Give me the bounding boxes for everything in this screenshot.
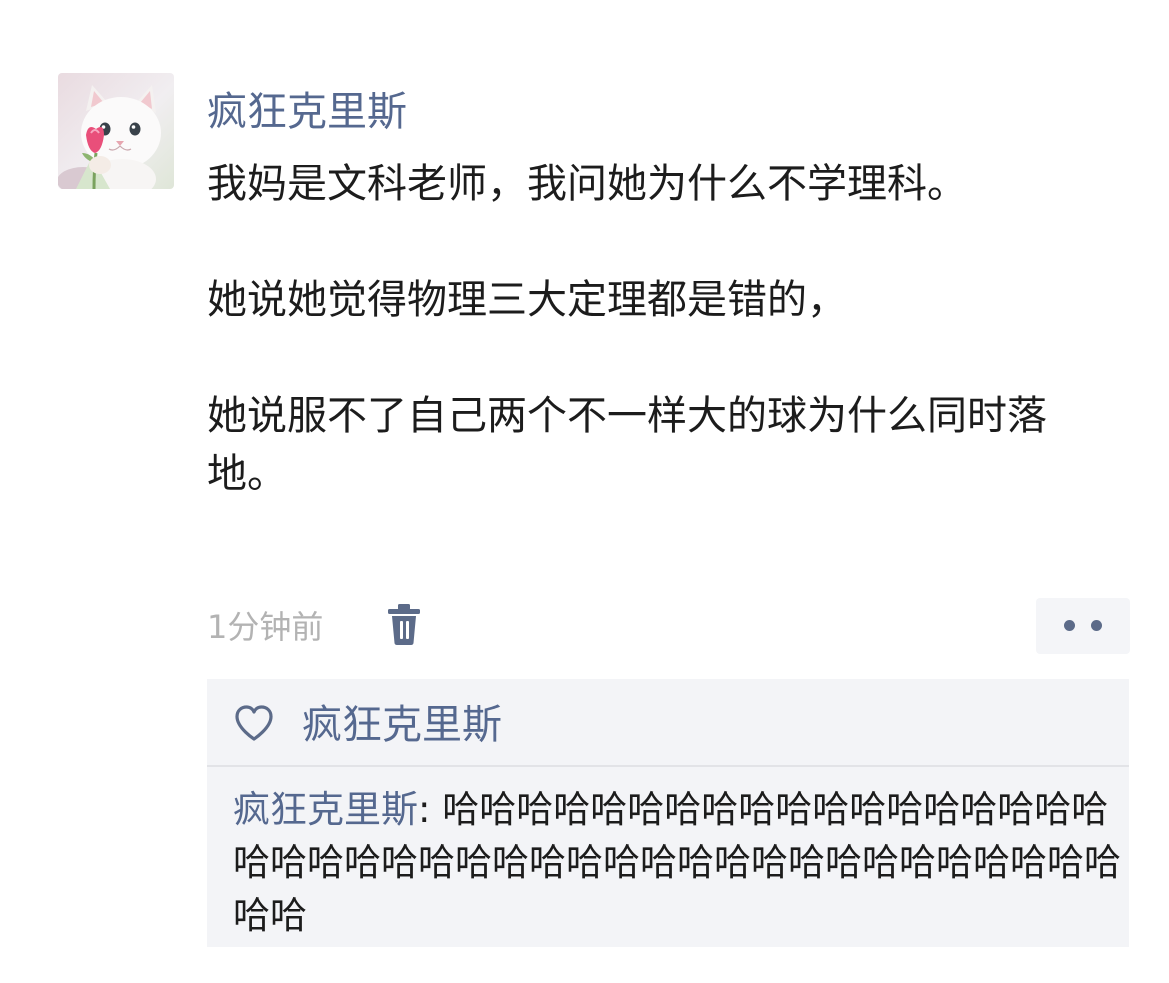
post-content: 我妈是文科老师，我问她为什么不学理科。 她说她觉得物理三大定理都是错的， 她说服… (207, 155, 1117, 503)
more-options-button[interactable] (1036, 598, 1130, 654)
post-paragraph: 她说服不了自己两个不一样大的球为什么同时落地。 (207, 393, 1047, 497)
delete-button[interactable] (385, 603, 423, 647)
more-dots-icon-dot (1091, 620, 1102, 631)
likes-comments-panel: 疯狂克里斯 疯狂克里斯: 哈哈哈哈哈哈哈哈哈哈哈哈哈哈哈哈哈哈哈哈哈哈哈哈哈哈哈… (207, 679, 1129, 947)
liker-name[interactable]: 疯狂克里斯 (302, 701, 502, 749)
heart-icon (235, 705, 273, 741)
comment-author[interactable]: 疯狂克里斯 (233, 788, 418, 831)
post-timestamp: 1分钟前 (207, 608, 324, 646)
more-dots-icon (1064, 620, 1075, 631)
divider (207, 765, 1129, 767)
trash-icon (388, 604, 420, 645)
comment-separator: : (418, 788, 443, 831)
comment-item[interactable]: 疯狂克里斯: 哈哈哈哈哈哈哈哈哈哈哈哈哈哈哈哈哈哈哈哈哈哈哈哈哈哈哈哈哈哈哈哈哈… (233, 783, 1123, 942)
likes-row: 疯狂克里斯 (207, 679, 1129, 765)
avatar[interactable] (58, 73, 174, 189)
post-paragraph: 我妈是文科老师，我问她为什么不学理科。 (207, 161, 967, 207)
post-paragraph: 她说她觉得物理三大定理都是错的， (207, 277, 847, 323)
post-author-name[interactable]: 疯狂克里斯 (207, 86, 407, 138)
